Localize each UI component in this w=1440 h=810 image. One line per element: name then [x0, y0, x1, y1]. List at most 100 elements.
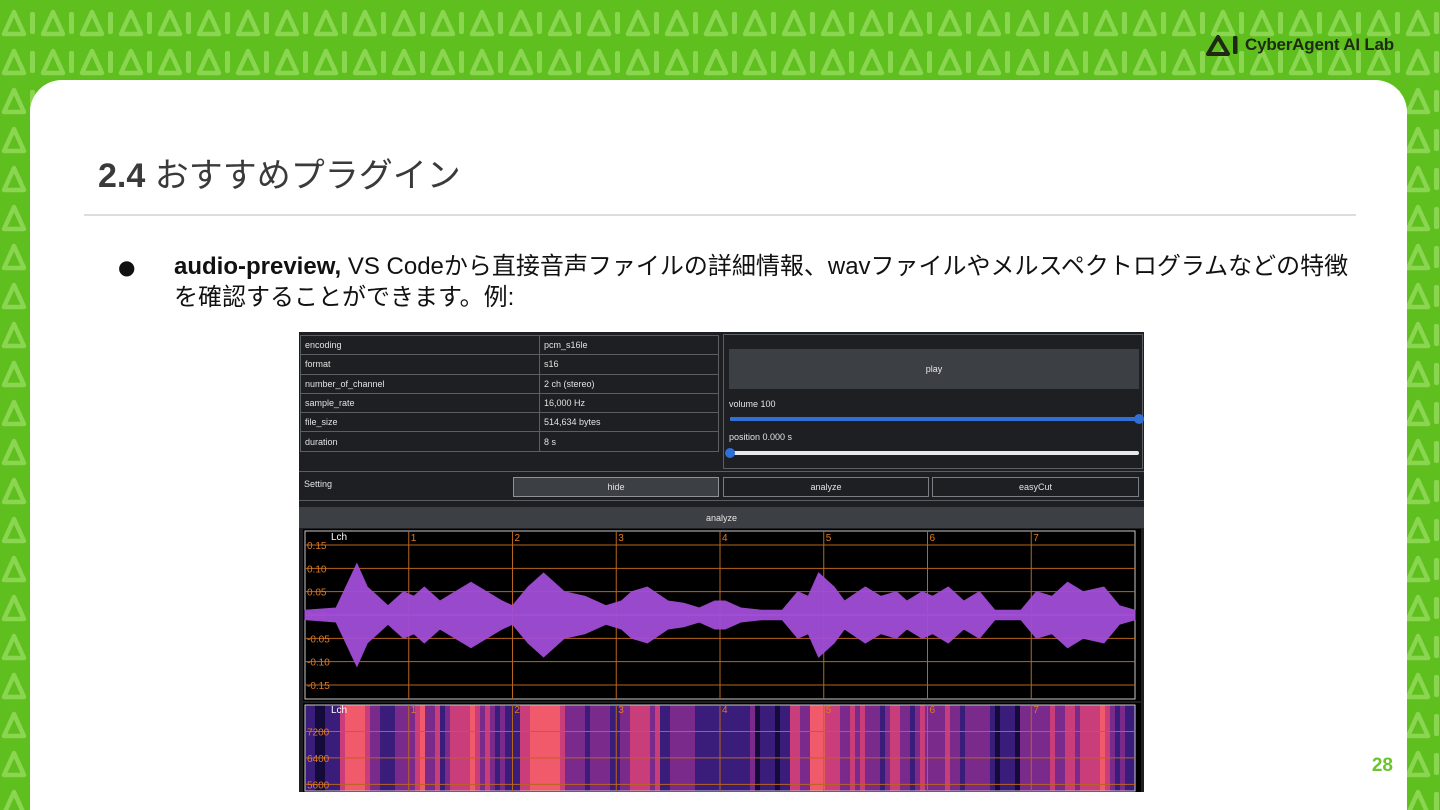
- spectrogram-channel-label: Lch: [331, 705, 347, 716]
- spectrogram-cell: [435, 705, 441, 791]
- spectrogram-cell: [575, 705, 581, 791]
- position-slider[interactable]: [725, 448, 1139, 458]
- pattern-triangle: [781, 48, 807, 76]
- pattern-bar: [654, 12, 659, 34]
- waveform-channel-label: Lch: [331, 532, 347, 543]
- pattern-triangle: [274, 48, 300, 76]
- info-key: format: [300, 354, 540, 375]
- spectrogram-cell: [705, 705, 711, 791]
- pattern-triangle: [508, 48, 534, 76]
- waveform-y-tick-label: 0.15: [307, 541, 327, 552]
- pattern-bar: [30, 51, 35, 73]
- spectrogram-cell: [410, 705, 416, 791]
- pattern-bar: [1044, 51, 1049, 73]
- pattern-triangle: [1, 594, 27, 622]
- spectrogram-cell: [675, 705, 681, 791]
- brand-logo: CyberAgent AI Lab: [1205, 32, 1394, 58]
- table-row: number_of_channel 2 ch (stereo): [300, 373, 719, 394]
- hide-button[interactable]: hide: [513, 477, 719, 497]
- pattern-triangle: [1405, 243, 1431, 271]
- spectrogram-cell: [860, 705, 866, 791]
- spectrogram-cell: [865, 705, 871, 791]
- spectrogram-cell: [910, 705, 916, 791]
- slide-title-number: 2.4: [98, 157, 146, 195]
- pattern-bar: [1083, 51, 1088, 73]
- volume-slider-fill: [730, 417, 1139, 421]
- spectrogram-cell: [320, 705, 326, 791]
- spectrogram-cell: [400, 705, 406, 791]
- pattern-bar: [1356, 12, 1361, 34]
- spectrogram-cell: [840, 705, 846, 791]
- pattern-bar: [459, 51, 464, 73]
- table-row: encoding pcm_s16le: [300, 334, 719, 356]
- pattern-bar: [771, 51, 776, 73]
- pattern-bar: [459, 12, 464, 34]
- pattern-triangle: [1, 165, 27, 193]
- pattern-bar: [693, 51, 698, 73]
- pattern-bar: [1005, 51, 1010, 73]
- pattern-triangle: [1015, 9, 1041, 37]
- pattern-triangle: [1015, 48, 1041, 76]
- pattern-triangle: [1, 633, 27, 661]
- spectrogram-chart: 7200 6400 5600 1 2 3 4 5 6 7 Lch: [303, 703, 1141, 792]
- spectrogram-cell: [1100, 705, 1106, 791]
- pattern-triangle: [1, 516, 27, 544]
- easycut-button[interactable]: easyCut: [932, 477, 1139, 497]
- spectrogram-cell: [360, 705, 366, 791]
- spectrogram-cell: [790, 705, 796, 791]
- spectrogram-cell: [825, 705, 831, 791]
- pattern-triangle: [742, 48, 768, 76]
- pattern-bar: [264, 12, 269, 34]
- pattern-triangle: [937, 48, 963, 76]
- pattern-triangle: [1407, 789, 1429, 810]
- spectrogram-cell: [390, 705, 396, 791]
- pattern-bar: [966, 51, 971, 73]
- position-slider-knob[interactable]: [725, 448, 735, 458]
- waveform-y-tick-label: -0.15: [307, 681, 330, 692]
- spectrogram-cell: [395, 705, 401, 791]
- volume-slider[interactable]: [730, 414, 1144, 424]
- spectrogram-cell: [480, 705, 486, 791]
- spectrogram-cell: [680, 705, 686, 791]
- pattern-bar: [1434, 636, 1439, 658]
- spectrogram-cell: [835, 705, 841, 791]
- pattern-bar: [888, 12, 893, 34]
- pattern-triangle: [937, 9, 963, 37]
- spectrogram-cell: [420, 705, 426, 791]
- pattern-triangle: [1405, 555, 1431, 583]
- pattern-bar: [537, 12, 542, 34]
- spectrogram-cell: [975, 705, 981, 791]
- spectrogram-cell: [540, 705, 546, 791]
- spectrogram-cell: [935, 705, 941, 791]
- position-label: position 0.000 s: [729, 432, 793, 442]
- pattern-triangle: [547, 48, 573, 76]
- info-key: file_size: [300, 412, 540, 433]
- pattern-bar: [225, 12, 230, 34]
- pattern-triangle: [430, 9, 456, 37]
- spectrogram-cell: [565, 705, 571, 791]
- pattern-triangle: [313, 48, 339, 76]
- spectrogram-cell: [855, 705, 861, 791]
- spectrogram-cell: [455, 705, 461, 791]
- play-button[interactable]: play: [729, 349, 1139, 389]
- page-number: 28: [1371, 755, 1393, 776]
- pattern-triangle: [1366, 9, 1392, 37]
- spectrogram-cell: [900, 705, 906, 791]
- pattern-triangle: [586, 9, 612, 37]
- pattern-triangle: [1405, 711, 1431, 739]
- pattern-triangle: [1054, 9, 1080, 37]
- volume-slider-knob[interactable]: [1134, 414, 1144, 424]
- spectrogram-cell: [765, 705, 771, 791]
- pattern-triangle: [118, 48, 144, 76]
- spectrogram-cell: [700, 705, 706, 791]
- pattern-triangle: [1405, 9, 1431, 37]
- analyze-run-button[interactable]: analyze: [299, 507, 1144, 528]
- pattern-triangle: [1405, 438, 1431, 466]
- analyze-button[interactable]: analyze: [723, 477, 929, 497]
- pattern-bar: [537, 51, 542, 73]
- pattern-bar: [1395, 12, 1400, 34]
- spectrogram-cell: [370, 705, 376, 791]
- spectrogram-cell: [635, 705, 641, 791]
- pattern-bar: [576, 51, 581, 73]
- spectrogram-cell: [590, 705, 596, 791]
